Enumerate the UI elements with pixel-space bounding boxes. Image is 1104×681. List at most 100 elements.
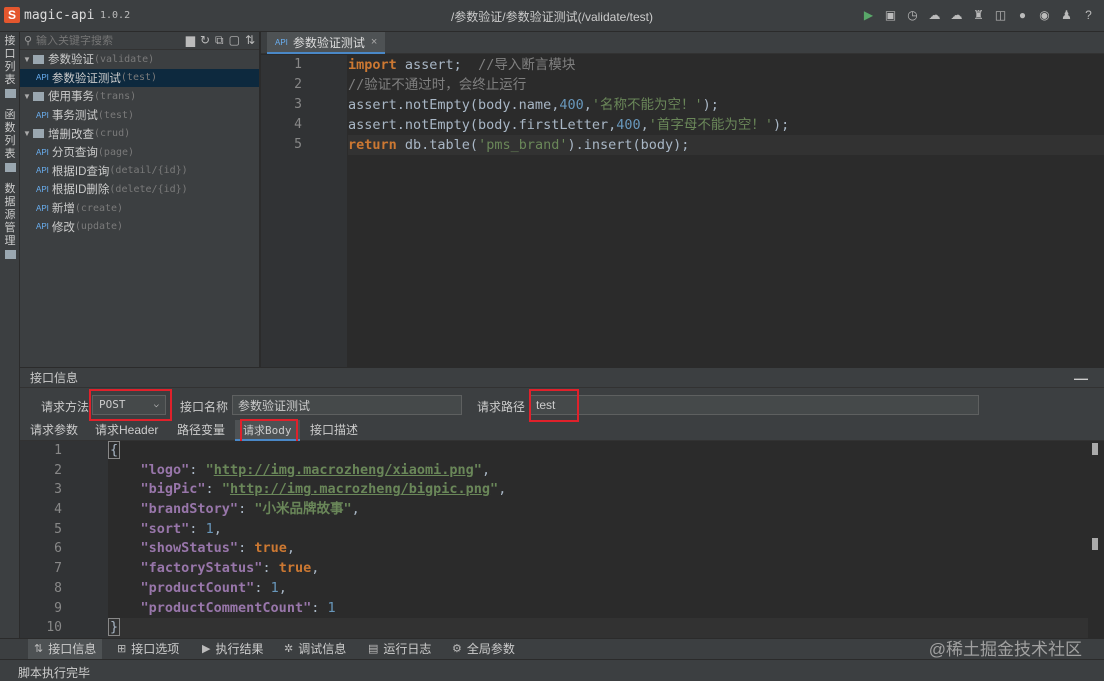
upload-icon[interactable]: ☁ bbox=[927, 8, 942, 23]
folder-icon bbox=[33, 54, 44, 64]
script-code[interactable]: import assert; //导入断言模块 //验证不通过时，会终止运行 a… bbox=[348, 55, 1104, 367]
tab-path-variables[interactable]: 路径变量 bbox=[169, 420, 233, 441]
bottom-tab-global-params[interactable]: ⚙ 全局参数 bbox=[452, 639, 515, 660]
side-tab-datasource[interactable]: 数据源管理 bbox=[0, 180, 20, 267]
request-tabs: 请求参数 请求Header 路径变量 请求Body 接口描述 bbox=[20, 419, 1104, 443]
gitee-icon[interactable]: ● bbox=[1015, 8, 1030, 23]
api-info-panel: 接口信息 — 请求方法 POST ⌵ 接口名称 请求路径 请求参数 请求Head… bbox=[20, 367, 1104, 639]
line-number: 7 bbox=[54, 561, 62, 577]
code-line: "productCommentCount": 1 bbox=[140, 599, 336, 616]
status-bar: 脚本执行完毕 bbox=[0, 659, 1104, 681]
api-form-row: 请求方法 POST ⌵ 接口名称 请求路径 bbox=[20, 389, 1104, 422]
toolbar-icons: ▶ ▣ ◷ ☁ ☁ ♜ ◫ ● ◉ ♟ ? bbox=[861, 8, 1096, 23]
grid-icon: ⊞ bbox=[117, 643, 127, 655]
editor-tab[interactable]: API 参数验证测试 × bbox=[267, 32, 386, 54]
tree-search: ⚲ ▆ ↻ ⧉ ▢ ⇅ bbox=[20, 32, 259, 50]
info-header: 接口信息 — bbox=[20, 368, 1104, 388]
line-number: 1 bbox=[54, 443, 62, 458]
code-line: "factoryStatus": true, bbox=[140, 560, 320, 577]
tree-item[interactable]: API 根据ID查询 (detail/{id}) bbox=[20, 162, 259, 181]
tree-group[interactable]: ▼ 增删改查 (crud) bbox=[20, 124, 259, 143]
line-number: 8 bbox=[54, 580, 62, 596]
tree-item-path: (detail/{id}) bbox=[109, 165, 188, 177]
tab-request-header[interactable]: 请求Header bbox=[87, 420, 166, 441]
bottom-tab-run-result[interactable]: ▶ 执行结果 bbox=[202, 639, 263, 660]
help-icon[interactable]: ? bbox=[1081, 8, 1096, 23]
push-icon[interactable]: ◫ bbox=[993, 8, 1008, 23]
line-gutter: 1 2 3 4 5 bbox=[261, 55, 348, 367]
editor-tab-label: 参数验证测试 bbox=[292, 35, 365, 50]
tree-tools: ▆ ↻ ⧉ ▢ ⇅ bbox=[186, 33, 255, 48]
bottom-tab-api-options[interactable]: ⊞ 接口选项 bbox=[117, 639, 179, 660]
tab-request-params[interactable]: 请求参数 bbox=[22, 420, 86, 441]
tree-group[interactable]: ▼ 使用事务 (trans) bbox=[20, 87, 259, 106]
path-input[interactable] bbox=[530, 395, 979, 415]
skin-icon[interactable]: ♜ bbox=[971, 8, 986, 23]
watermark: @稀土掘金技术社区 bbox=[928, 640, 1082, 659]
tree-item[interactable]: API 事务测试 (test) bbox=[20, 106, 259, 125]
line-number: 5 bbox=[294, 137, 302, 152]
history-icon[interactable]: ◷ bbox=[905, 8, 920, 23]
name-label: 接口名称 bbox=[180, 400, 229, 414]
tab-api-description[interactable]: 接口描述 bbox=[302, 420, 366, 441]
line-number: 3 bbox=[294, 97, 302, 112]
download-icon[interactable]: ☁ bbox=[949, 8, 964, 23]
tree-item-name: 分页查询 bbox=[51, 147, 98, 160]
api-badge: API bbox=[36, 203, 49, 213]
folder-icon bbox=[33, 129, 44, 139]
scrollbar-thumb[interactable] bbox=[1092, 538, 1098, 550]
tree-item-path: (trans) bbox=[94, 90, 137, 102]
api-tree-panel: ⚲ ▆ ↻ ⧉ ▢ ⇅ ▼参数验证(validate)API参数验证测试(tes… bbox=[20, 32, 260, 367]
save-icon[interactable]: ▣ bbox=[883, 8, 898, 23]
title-bar: S magic-api 1.0.2 /参数验证/参数验证测试(/validate… bbox=[0, 0, 1104, 32]
tree-group[interactable]: ▼ 参数验证 (validate) bbox=[20, 50, 259, 69]
code-line: assert.notEmpty(body.firstLetter,400,'首字… bbox=[348, 117, 790, 133]
tree-item[interactable]: API 参数验证测试 (test) bbox=[20, 68, 259, 88]
method-label: 请求方法 bbox=[41, 400, 90, 414]
side-tab-function-list[interactable]: 函数列表 bbox=[0, 106, 20, 180]
qq-icon[interactable]: ♟ bbox=[1059, 8, 1074, 23]
github-icon[interactable]: ◉ bbox=[1037, 8, 1052, 23]
code-line: { bbox=[108, 441, 121, 459]
folder-icon bbox=[33, 91, 44, 101]
tree-item[interactable]: API 根据ID删除 (delete/{id}) bbox=[20, 180, 259, 199]
tree-item[interactable]: API 新增 (create) bbox=[20, 199, 259, 218]
api-badge: API bbox=[36, 166, 49, 176]
code-line: "showStatus": true, bbox=[140, 540, 295, 557]
code-line: "bigPic": "http://img.macrozheng/bigpic.… bbox=[140, 481, 507, 498]
sort-icon[interactable]: ⇅ bbox=[245, 33, 255, 48]
tree-item[interactable]: API 分页查询 (page) bbox=[20, 143, 259, 162]
scrollbar-up[interactable] bbox=[1092, 443, 1098, 455]
body-json-code[interactable]: { "logo": "http://img.macrozheng/xiaomi.… bbox=[108, 441, 1088, 639]
tree-item-path: (delete/{id}) bbox=[109, 183, 188, 195]
tree-item-path: (test) bbox=[97, 109, 135, 121]
side-tab-bar: 接口列表 函数列表 数据源管理 bbox=[0, 32, 20, 658]
line-number: 9 bbox=[54, 600, 62, 616]
code-line: return db.table('pms_brand').insert(body… bbox=[348, 135, 1104, 155]
add-folder-icon[interactable]: ▆ bbox=[186, 33, 195, 48]
minimize-icon[interactable]: — bbox=[1074, 368, 1088, 388]
info-title: 接口信息 bbox=[30, 371, 79, 385]
side-tab-api-list[interactable]: 接口列表 bbox=[0, 32, 20, 106]
tree-item-name: 事务测试 bbox=[51, 110, 98, 123]
search-input[interactable] bbox=[36, 34, 186, 47]
api-badge: API bbox=[36, 110, 49, 120]
bottom-tab-debug-info[interactable]: ✲ 调试信息 bbox=[284, 639, 346, 660]
bottom-toolbar: ⇅ 接口信息 ⊞ 接口选项 ▶ 执行结果 ✲ 调试信息 ▤ 运行日志 ⚙ 全局参数 @稀土掘… bbox=[0, 638, 1104, 660]
tree-item[interactable]: API 修改 (update) bbox=[20, 217, 259, 236]
collapse-icon[interactable]: ⧉ bbox=[215, 33, 224, 48]
chevron-down-icon: ▼ bbox=[23, 54, 31, 64]
api-badge: API bbox=[36, 73, 49, 83]
tree-item-name: 使用事务 bbox=[48, 91, 94, 104]
line-number: 2 bbox=[294, 77, 302, 92]
close-icon[interactable]: × bbox=[371, 36, 377, 48]
line-number: 10 bbox=[46, 620, 62, 636]
refresh-icon[interactable]: ↻ bbox=[200, 33, 210, 48]
expand-icon[interactable]: ▢ bbox=[229, 33, 240, 48]
bottom-tab-run-log[interactable]: ▤ 运行日志 bbox=[368, 639, 431, 660]
bottom-tab-api-info[interactable]: ⇅ 接口信息 bbox=[28, 639, 103, 660]
line-number: 4 bbox=[294, 117, 302, 132]
code-line: "logo": "http://img.macrozheng/xiaomi.pn… bbox=[140, 461, 491, 478]
run-icon[interactable]: ▶ bbox=[861, 8, 876, 23]
name-input[interactable] bbox=[232, 395, 462, 415]
